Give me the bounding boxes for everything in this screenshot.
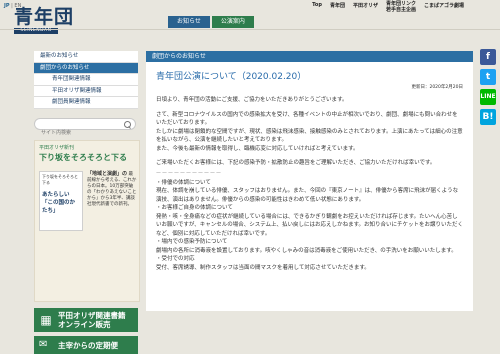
paragraph: たしかに劇場は閉鎖的な空間ですが、現状、感染は飛沫感染、接触感染のみとされており… (156, 128, 463, 144)
book-cover-title: 下り坂をそろそろと下る (42, 173, 78, 185)
sidebar-item-latest[interactable]: 最新のお知らせ (34, 51, 138, 63)
facebook-share-icon[interactable]: f (480, 49, 496, 65)
sidebar-item-hirata-info[interactable]: 平田オリザ関連情報 (34, 85, 138, 97)
paragraph: 日頃より、青年団の活動にご支援、ご協力をいただきありがとうございます。 (156, 97, 348, 103)
section-body: 現在、体調を崩している俳優、スタッフはおりません。また、今回の『東京ノート』は、… (156, 188, 459, 203)
bookshelf-icon: ▦ (40, 312, 52, 327)
sidebar-item-seinendan-info[interactable]: 青年団関連情報 (34, 74, 138, 86)
book-cover-image: 下り坂をそろそろと下る あたらしい「この国のかたち」 (39, 170, 83, 231)
divider-line: ーーーーーーーーーーー (156, 170, 223, 177)
section-heading: ・受付での対応 (156, 256, 195, 262)
sidebar-item-member-info[interactable]: 劇団員関連情報 (34, 97, 138, 109)
book-promo[interactable]: 平田オリザ新刊 下り坂をそろそろと下る 下り坂をそろそろと下る あたらしい「この… (34, 139, 140, 302)
topnav-agora-theater[interactable]: こまばアゴラ劇場 (424, 2, 464, 9)
main-content: 劇団からのお知らせ 青年団公演について（2020.02.20） 更新日：2020… (146, 51, 473, 311)
topnav-seinendan[interactable]: 青年団 (330, 2, 345, 9)
section-body: 発熱・咳・全身痛などの症状が継続している場合には、できるかぎり観劇をお控えいただ… (156, 213, 464, 237)
post-title: 青年団公演について（2020.02.20） (156, 72, 307, 82)
mail-icon: ✉ (39, 338, 48, 350)
banner-line2: オンライン販売 (58, 319, 111, 329)
book-cover-subtitle: あたらしい「この国のかたち」 (42, 191, 76, 214)
tab-performances[interactable]: 公演案内 (211, 16, 254, 28)
tab-news[interactable]: お知らせ (168, 16, 210, 28)
topnav-top[interactable]: Top (312, 2, 322, 8)
promo-description: 「地域と演劇」の 最前線から考える、これからの日本。10万部突破の「わかりあえな… (87, 171, 137, 208)
site-logo[interactable]: 青年団 SEINENDAN (14, 6, 75, 34)
topnav-link[interactable]: 青年団リンク 若手自主企画 (385, 1, 416, 13)
section-header: 劇団からのお知らせ (146, 51, 473, 62)
line-share-icon[interactable]: LINE (480, 89, 496, 105)
topnav-hirata-oriza[interactable]: 平田オリザ (353, 2, 378, 9)
section-body: 受付、客席誘導、制作スタッフは当面の間マスクを着用して対応させていただきます。 (156, 264, 370, 271)
section-heading: ・お客様ご自身の体調について (156, 205, 233, 211)
section-heading: ・場内での感染予防について (156, 239, 228, 245)
paragraph: さて、新型コロナウイルスの国内での感染拡大を受け、各種イベントの中止が相次いでお… (156, 111, 458, 127)
search-box (34, 117, 136, 138)
banner-line1: 平田オリザ関連書籍 (58, 310, 126, 320)
section-heading: ・俳優の体調について (156, 179, 211, 186)
promo-label: 平田オリザ新刊 (39, 144, 75, 151)
hatena-bookmark-icon[interactable]: B! (480, 109, 496, 125)
books-online-banner[interactable]: ▦ 平田オリザ関連書籍 オンライン販売 (34, 307, 138, 332)
share-buttons: f t LINE B! (480, 49, 496, 125)
sidebar: 最新のお知らせ 劇団からのお知らせ 青年団関連情報 平田オリザ関連情報 劇団員関… (34, 51, 140, 354)
promo-desc-text: 最前線から考える、これからの日本。10万部突破の「わかりあえないことから」から3… (87, 171, 137, 207)
main-tabs: お知らせ 公演案内 (168, 16, 254, 28)
lang-jp-link[interactable]: JP (4, 3, 10, 9)
paragraph: ご来場いただくお客様には、下記の感染予防・拡散防止の趣旨をご理解いただき、ご協力… (156, 160, 436, 166)
banner-text: 平田オリザ関連書籍 オンライン販売 (58, 311, 126, 329)
promo-title: 下り坂をそろそろと下る (39, 152, 127, 162)
sidebar-item-company-news[interactable]: 劇団からのお知らせ (34, 62, 138, 74)
twitter-share-icon[interactable]: t (480, 69, 496, 85)
newsletter-banner[interactable]: ✉ 主宰からの定期便 (34, 335, 138, 354)
promo-desc-bold: 「地域と演劇」の (87, 170, 128, 177)
section-body: 劇場内の各所に消毒液を設置しております。咳やくしゃみの音は消毒液をご使用いただき… (156, 247, 457, 254)
logo-text: 青年団 (14, 6, 75, 28)
search-input[interactable] (35, 127, 121, 138)
lang-separator: | (11, 3, 13, 9)
top-navigation: Top 青年団 平田オリザ 青年団リンク 若手自主企画 こまばアゴラ劇場 (312, 1, 464, 13)
header-divider (0, 29, 500, 30)
paragraph: また、今後も最新の情報を取得し、臨機応変に対応していければと考えています。 (156, 145, 359, 152)
topnav-link-line2: 若手自主企画 (385, 6, 416, 13)
search-icon[interactable] (124, 120, 131, 128)
newsletter-text: 主宰からの定期便 (58, 340, 118, 350)
